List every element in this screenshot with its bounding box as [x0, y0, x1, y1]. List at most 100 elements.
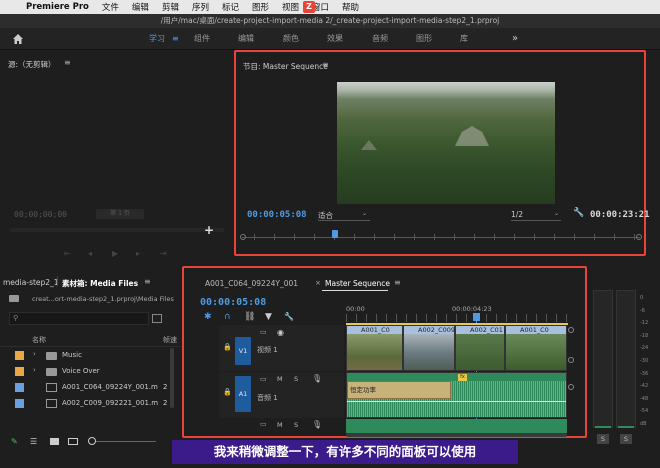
microphone-icon[interactable]: 🎙 — [312, 420, 322, 429]
timeline-tab-sequence[interactable]: Master Sequence — [325, 279, 390, 288]
microphone-icon[interactable]: 🎙 — [312, 374, 322, 383]
icon-view-icon[interactable] — [50, 438, 59, 445]
meter-solo-button[interactable]: S — [620, 434, 632, 444]
timeline-ruler[interactable] — [346, 314, 568, 322]
list-item[interactable]: › Voice Over — [0, 366, 182, 380]
solo-button[interactable]: S — [294, 421, 298, 429]
sync-lock-icon[interactable]: ▭ — [260, 420, 267, 428]
workspace-menu-icon[interactable]: ≡ — [172, 34, 179, 43]
app-menu[interactable]: Premiere Pro — [26, 2, 89, 12]
meter-bar — [593, 290, 613, 428]
track-target-a1[interactable]: A1 — [235, 376, 251, 412]
timeline-playhead[interactable] — [473, 313, 480, 321]
video-clip[interactable]: A001_C0 — [505, 325, 567, 371]
folder-up-icon[interactable] — [9, 295, 19, 302]
track-end-handle[interactable] — [568, 357, 574, 363]
program-scrubber[interactable] — [240, 230, 642, 242]
label-color-swatch — [15, 383, 24, 392]
track-end-handle[interactable] — [568, 327, 574, 333]
scrubber-right-handle[interactable] — [636, 234, 642, 240]
disclosure-chevron-icon[interactable]: › — [33, 350, 36, 358]
snap-icon[interactable]: ✱ — [204, 312, 212, 322]
sync-lock-icon[interactable]: ▭ — [260, 328, 267, 336]
project-tab[interactable]: media-step2_1 — [3, 278, 59, 287]
add-marker-icon[interactable]: ▼ — [265, 312, 272, 322]
menu-help[interactable]: 帮助 — [342, 1, 359, 13]
scrubber-left-handle[interactable] — [240, 234, 246, 240]
source-menu-icon[interactable]: ≡ — [64, 58, 71, 67]
menu-file[interactable]: 文件 — [102, 1, 119, 13]
transition-constant-power[interactable]: 恒定功率 — [347, 381, 451, 399]
home-icon[interactable] — [12, 33, 24, 45]
new-bin-icon[interactable] — [152, 314, 162, 323]
clip-label: A002_C009 — [418, 326, 455, 334]
bin-tab[interactable]: 素材箱: Media Files — [62, 278, 138, 289]
transition-label: 恒定功率 — [350, 386, 376, 394]
lock-icon[interactable]: 🔒 — [223, 388, 232, 396]
workspace-libraries[interactable]: 库 — [460, 28, 468, 50]
track-end-handle[interactable] — [568, 384, 574, 390]
video-clip[interactable]: A002_C009 — [403, 325, 455, 371]
list-item[interactable]: A002_C009_092221_001.m 2 — [0, 398, 182, 412]
source-page-select[interactable]: 第 1 页 — [96, 209, 144, 219]
menu-edit[interactable]: 编辑 — [132, 1, 149, 13]
magnet-icon[interactable]: ∩ — [224, 312, 231, 322]
workspace-graphics[interactable]: 图形 — [416, 28, 432, 50]
a1-track-header: 🔒 A1 ▭ M S 🎙 音频 1 — [219, 372, 344, 418]
sync-lock-icon[interactable]: ▭ — [260, 375, 267, 383]
menu-clip[interactable]: 剪辑 — [162, 1, 179, 13]
menu-sequence[interactable]: 序列 — [192, 1, 209, 13]
video-clip[interactable]: A001_C0 — [346, 325, 403, 371]
video-clip[interactable]: A002_C01 — [455, 325, 505, 371]
close-icon[interactable]: × — [315, 279, 321, 287]
workspace-color[interactable]: 颜色 — [283, 28, 299, 50]
audio-clip[interactable] — [346, 419, 567, 433]
audio-clip[interactable]: 恒定功率 fx — [346, 372, 567, 418]
timeline-zoom-scrollbar[interactable] — [346, 433, 567, 437]
wrench-icon[interactable]: 🔧 — [284, 312, 294, 321]
meter-solo-button[interactable]: S — [597, 434, 609, 444]
timeline-tab-clip[interactable]: A001_C064_09224Y_001 — [205, 279, 298, 288]
list-scrollbar[interactable] — [170, 348, 174, 408]
source-play-icon[interactable]: ▶ — [112, 249, 118, 258]
workspace-effects[interactable]: 效果 — [327, 28, 343, 50]
program-playhead[interactable] — [332, 230, 338, 238]
mute-button[interactable]: M — [277, 421, 283, 429]
eye-icon[interactable]: ◉ — [277, 328, 284, 337]
list-item[interactable]: A001_C064_09224Y_001.m 2 — [0, 382, 182, 396]
audio-volume-line[interactable] — [347, 401, 566, 402]
menu-graphics[interactable]: 图形 — [252, 1, 269, 13]
workspace-audio[interactable]: 音频 — [372, 28, 388, 50]
solo-button[interactable]: S — [294, 375, 298, 383]
workspace-more[interactable]: » — [512, 28, 518, 50]
column-header-rate[interactable]: 帧速 — [163, 335, 177, 345]
lock-icon[interactable]: 🔒 — [223, 343, 232, 351]
source-mark-out-icon[interactable]: ⇥ — [160, 249, 167, 258]
program-menu-icon[interactable]: ≡ — [322, 60, 329, 69]
search-input[interactable]: ⚲ — [9, 312, 149, 325]
workspace-editing[interactable]: 编辑 — [238, 28, 254, 50]
pencil-icon[interactable]: ✎ — [11, 437, 18, 446]
add-button-icon[interactable]: + — [204, 223, 214, 237]
menu-bar: Premiere Pro 文件 编辑 剪辑 序列 标记 图形 视图 窗口 帮助 — [0, 0, 660, 14]
linked-selection-icon[interactable]: ⛓ — [244, 312, 255, 322]
source-step-forward-icon[interactable]: ▸ — [136, 249, 140, 258]
mute-button[interactable]: M — [277, 375, 283, 383]
disclosure-chevron-icon[interactable]: › — [33, 366, 36, 374]
zoom-slider[interactable] — [88, 437, 96, 445]
workspace-learn[interactable]: 学习 — [149, 28, 165, 50]
freeform-view-icon[interactable] — [68, 438, 78, 445]
column-header-name[interactable]: 名称 — [32, 335, 46, 345]
source-step-back-icon[interactable]: ◂ — [88, 249, 92, 258]
menu-marker[interactable]: 标记 — [222, 1, 239, 13]
source-mark-in-icon[interactable]: ⇤ — [64, 249, 71, 258]
track-target-v1[interactable]: V1 — [235, 337, 251, 365]
timeline-menu-icon[interactable]: ≡ — [394, 278, 401, 287]
source-scrubber[interactable] — [10, 228, 224, 232]
menu-view[interactable]: 视图 — [282, 1, 299, 13]
list-view-icon[interactable]: ☰ — [30, 437, 37, 446]
wrench-icon[interactable]: 🔧 — [573, 208, 584, 218]
list-item[interactable]: › Music — [0, 350, 182, 364]
workspace-assembly[interactable]: 组件 — [194, 28, 210, 50]
bin-menu-icon[interactable]: ≡ — [144, 277, 151, 286]
